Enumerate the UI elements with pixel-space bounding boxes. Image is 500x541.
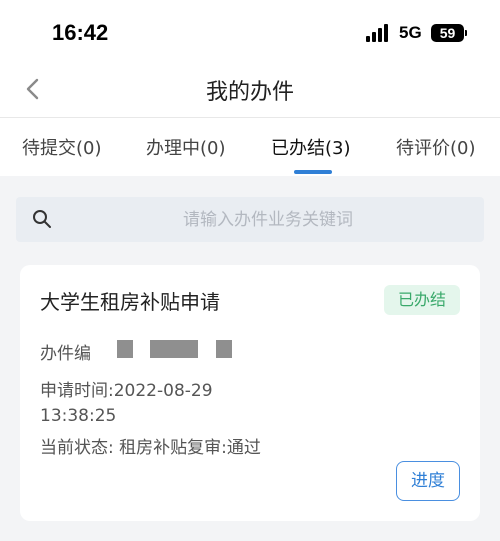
record-number-label: 办件编 (40, 344, 91, 364)
current-state: 当前状态: 租房补贴复审:通过 (40, 438, 261, 458)
tab-bar: 待提交(0) 办理中(0) 已办结(3) 待评价(0) (0, 118, 500, 176)
redacted-number-block (216, 340, 232, 358)
tab-in-progress[interactable]: 办理中(0) (146, 134, 226, 160)
apply-time: 申请时间:2022-08-29 13:38:25 (40, 381, 213, 426)
search-input[interactable] (68, 197, 468, 242)
network-type: 5G (399, 23, 422, 42)
active-tab-indicator (294, 170, 332, 174)
tab-completed[interactable]: 已办结(3) (271, 134, 351, 160)
status-badge: 已办结 (384, 285, 460, 315)
status-bar: 16:42 5G 59 (0, 0, 500, 62)
record-title: 大学生租房补贴申请 (40, 290, 220, 314)
battery-level: 59 (439, 25, 456, 41)
search-icon (33, 210, 51, 228)
battery-tip (465, 30, 467, 36)
status-time: 16:42 (52, 20, 109, 45)
progress-button[interactable]: 进度 (396, 461, 460, 501)
battery-icon: 59 (431, 24, 464, 42)
record-card[interactable]: 大学生租房补贴申请 已办结 办件编 申请时间:2022-08-29 13:38:… (20, 265, 480, 521)
page-title: 我的办件 (205, 80, 294, 105)
tab-pending-review[interactable]: 待评价(0) (396, 134, 476, 160)
search-bar (16, 197, 484, 242)
signal-icon (366, 24, 392, 42)
tab-pending-submit[interactable]: 待提交(0) (22, 134, 102, 160)
nav-bar: 我的办件 (0, 62, 500, 118)
redacted-number-block (117, 340, 133, 358)
redacted-number-block (150, 340, 198, 358)
